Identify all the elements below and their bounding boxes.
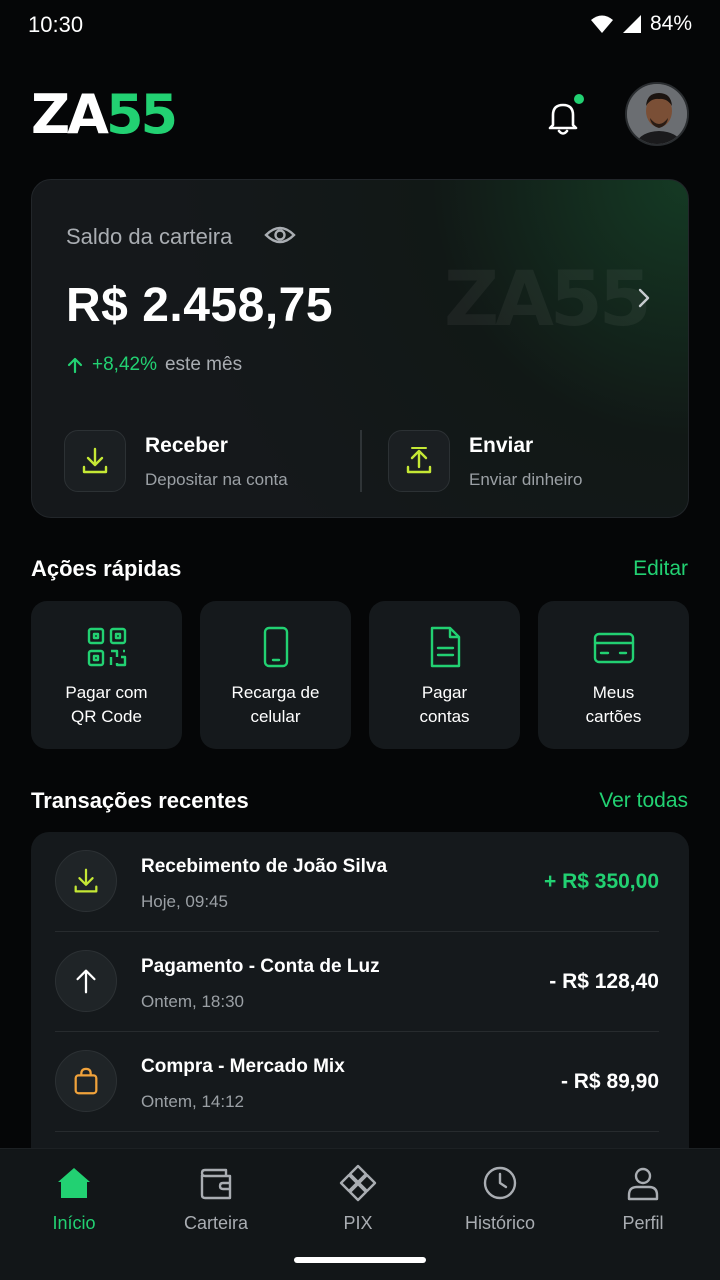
chevron-right-icon[interactable] [632,286,656,310]
home-icon [58,1168,90,1198]
app-logo[interactable]: ZA55 [31,88,178,142]
status-icons: 84% [590,12,692,36]
receive-button[interactable]: Receber Depositar na conta [64,430,288,494]
receive-title: Receber [145,434,228,457]
nav-label: PIX [343,1213,373,1233]
quick-action-pay-bills[interactable]: Pagar contas [369,601,520,749]
transaction-row[interactable]: Recebimento de João Silva Hoje, 09:45 + … [55,832,659,932]
transaction-row[interactable]: Pagamento - Conta de Luz Ontem, 18:30 - … [55,932,659,1032]
status-bar: 10:30 84% [0,0,720,52]
wallet-icon [200,1168,232,1200]
avatar[interactable] [625,82,689,146]
transaction-amount: - R$ 128,40 [549,970,659,993]
nav-label: Carteira [183,1213,249,1233]
nav-label: Perfil [622,1213,664,1233]
card-watermark: ZA55 [444,254,652,343]
send-button[interactable]: Enviar Enviar dinheiro [388,430,582,494]
status-time: 10:30 [28,12,84,37]
transactions-list: Recebimento de João Silva Hoje, 09:45 + … [31,832,689,1162]
transaction-title: Compra - Mercado Mix [141,1056,345,1077]
edit-link[interactable]: Editar [633,557,688,581]
growth-indicator: +8,42% este mês [66,354,242,376]
nav-home[interactable]: Início [14,1163,134,1234]
home-indicator[interactable] [294,1257,426,1263]
download-icon [74,868,98,893]
send-subtitle: Enviar dinheiro [469,470,583,489]
growth-percent: +8,42% [92,354,157,375]
wifi-icon [590,15,613,33]
tx-icon-box [55,850,117,912]
transaction-date: Ontem, 14:12 [141,1092,245,1111]
growth-text: este mês [164,354,243,375]
user-icon [627,1167,659,1201]
transaction-title: Recebimento de João Silva [141,856,388,877]
upload-icon [406,447,432,474]
transaction-date: Ontem, 18:30 [141,992,245,1011]
tx-icon-box [55,950,117,1012]
action-divider [360,430,362,492]
arrow-up-icon [76,969,96,994]
nav-wallet[interactable]: Carteira [156,1163,276,1234]
quick-action-label: Recarga de celular [231,683,320,726]
notification-dot [574,94,584,104]
send-title: Enviar [469,434,534,457]
receive-icon-box [64,430,126,492]
arrow-up-icon [67,357,83,374]
nav-history[interactable]: Histórico [440,1163,560,1234]
eye-icon[interactable] [264,222,296,248]
quick-action-label: Meus cartões [585,683,642,726]
battery-level: 84% [649,12,692,35]
quick-action-label: Pagar com QR Code [65,683,148,726]
balance-card[interactable]: Saldo da carteira ZA55 R$ 2.458,75 +8,42… [31,179,689,518]
phone-icon [263,626,288,668]
quick-actions-title: Ações rápidas [31,556,182,581]
document-icon [430,626,460,668]
transaction-date: Hoje, 09:45 [141,892,228,911]
send-icon-box [388,430,450,492]
nav-profile[interactable]: Perfil [583,1163,703,1234]
quick-action-qr-code[interactable]: Pagar com QR Code [31,601,182,749]
nav-pix[interactable]: PIX [298,1163,418,1234]
pix-icon [339,1164,377,1202]
nav-label: Início [52,1213,96,1233]
app-header: ZA55 [0,80,720,150]
quick-actions-grid: Pagar com QR Code Recarga de celular Pag… [31,601,689,749]
quick-action-phone-recharge[interactable]: Recarga de celular [200,601,351,749]
tx-icon-box [55,1050,117,1112]
transaction-amount: - R$ 89,90 [560,1070,659,1093]
quick-action-label: Pagar contas [419,683,470,726]
qr-code-icon [87,627,126,667]
receive-subtitle: Depositar na conta [145,470,288,489]
transaction-amount: + R$ 350,00 [543,870,659,893]
quick-action-my-cards[interactable]: Meus cartões [538,601,689,749]
shopping-bag-icon [74,1067,98,1095]
balance-label: Saldo da carteira [66,224,233,249]
transaction-title: Pagamento - Conta de Luz [141,956,380,977]
credit-card-icon [593,632,634,664]
download-icon [82,447,108,474]
see-all-link[interactable]: Ver todas [599,789,688,813]
nav-label: Histórico [464,1213,535,1233]
balance-amount: R$ 2.458,75 [66,279,334,332]
transaction-row[interactable]: Compra - Mercado Mix Ontem, 14:12 - R$ 8… [55,1032,659,1132]
signal-icon [622,15,641,33]
clock-icon [483,1166,517,1200]
transactions-title: Transações recentes [31,788,249,813]
